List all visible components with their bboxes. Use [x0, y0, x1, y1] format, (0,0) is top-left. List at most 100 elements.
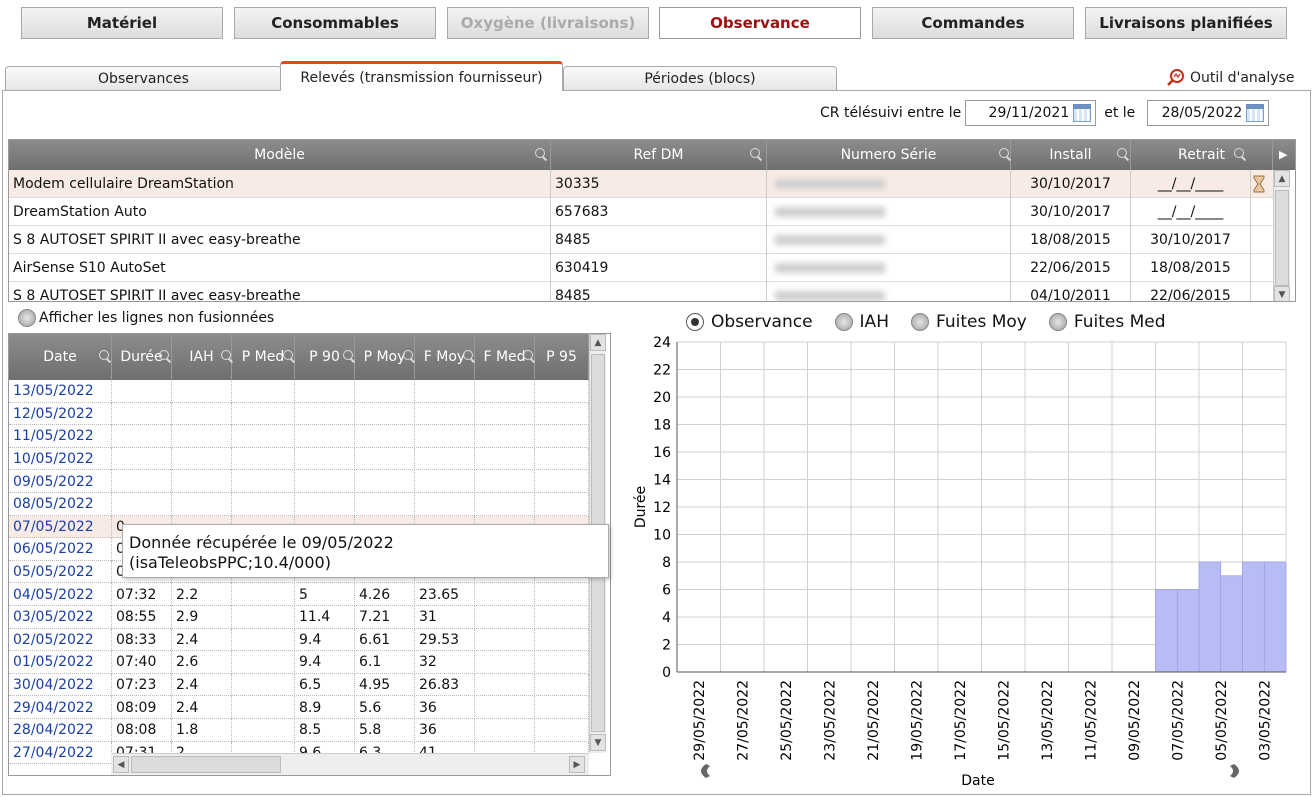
cell-date[interactable]: 28/04/2022	[9, 719, 112, 742]
search-icon[interactable]	[535, 148, 547, 160]
column-header-ref-dm[interactable]: Ref DM	[551, 140, 767, 170]
devices-scrollbar[interactable]: ▲ ▼	[1273, 170, 1290, 301]
search-icon[interactable]	[221, 350, 233, 362]
chart-bar[interactable]	[1155, 589, 1178, 673]
search-icon[interactable]	[1234, 148, 1246, 160]
calendar-icon[interactable]	[1073, 104, 1092, 122]
cell-date[interactable]: 04/05/2022	[9, 583, 112, 606]
table-row[interactable]: Modem cellulaire DreamStation 30335 30/10/…	[9, 170, 1273, 198]
redacted-serial	[775, 235, 885, 245]
table-row[interactable]: 28/04/2022 08:08 1.8 8.5 5.8 36	[9, 719, 589, 742]
nav-button-commandes[interactable]: Commandes	[872, 7, 1074, 39]
table-row[interactable]: 01/05/2022 07:40 2.6 9.4 6.1 32	[9, 651, 589, 674]
scroll-right-icon[interactable]: ▶	[569, 756, 585, 773]
nav-button-consommables[interactable]: Consommables	[234, 7, 436, 39]
tab-periodes[interactable]: Périodes (blocs)	[563, 66, 837, 90]
nav-button-observance[interactable]: Observance	[659, 7, 861, 39]
search-icon[interactable]	[343, 350, 355, 362]
chart-bar[interactable]	[1242, 561, 1265, 673]
chart-next-icon[interactable]	[1230, 764, 1239, 778]
radio-iah[interactable]: IAH	[834, 312, 889, 332]
table-row[interactable]: DreamStation Auto 657683 30/10/2017 __/__/_…	[9, 198, 1273, 226]
radio-fuites-moy[interactable]: Fuites Moy	[910, 312, 1027, 332]
table-row[interactable]: 29/04/2022 08:09 2.4 8.9 5.6 36	[9, 696, 589, 719]
chart-bar[interactable]	[1263, 561, 1287, 673]
scroll-down-icon[interactable]: ▼	[590, 734, 606, 751]
cell-date[interactable]: 01/05/2022	[9, 651, 112, 674]
analysis-tool-link[interactable]: Outil d'analyse	[1166, 68, 1294, 88]
cell-date[interactable]: 13/05/2022	[9, 380, 112, 403]
table-row[interactable]: 02/05/2022 08:33 2.4 9.4 6.61 29.53	[9, 628, 589, 652]
cell-date[interactable]: 08/05/2022	[9, 493, 112, 516]
scroll-up-icon[interactable]: ▲	[590, 334, 606, 351]
cell-date[interactable]: 02/05/2022	[9, 628, 112, 652]
checkbox-icon[interactable]	[18, 309, 36, 327]
nav-button-materiel[interactable]: Matériel	[21, 7, 223, 39]
cell-date[interactable]: 12/05/2022	[9, 402, 112, 426]
search-icon[interactable]	[463, 350, 475, 362]
chart-bar[interactable]	[1176, 589, 1200, 673]
radio-icon[interactable]	[1048, 313, 1067, 331]
radio-icon[interactable]	[910, 313, 929, 331]
search-icon[interactable]	[159, 350, 171, 362]
table-row[interactable]: 13/05/2022	[9, 380, 589, 403]
cell-date[interactable]: 05/05/2022	[9, 560, 112, 584]
table-row[interactable]: S 8 AUTOSET SPIRIT II avec easy-breathe 8…	[9, 226, 1273, 254]
table-row[interactable]: 11/05/2022	[9, 425, 589, 448]
cell-date[interactable]: 11/05/2022	[9, 425, 112, 448]
radio-icon[interactable]	[834, 313, 853, 331]
scroll-right-icon[interactable]: ▶	[1279, 148, 1287, 161]
cell-date[interactable]: 07/05/2022	[9, 515, 112, 539]
cell-date[interactable]: 06/05/2022	[9, 538, 112, 561]
cell-date[interactable]: 03/05/2022	[9, 606, 112, 629]
table-row[interactable]: S 8 AUTOSET SPIRIT II avec easy-breathe 8…	[9, 282, 1273, 301]
scrollbar-thumb[interactable]	[1275, 190, 1289, 286]
chart-bar[interactable]	[1198, 561, 1222, 673]
chart-prev-icon[interactable]	[701, 764, 710, 778]
calendar-icon[interactable]	[1246, 104, 1265, 122]
tab-observances[interactable]: Observances	[5, 66, 282, 90]
column-header-retrait[interactable]: Retrait	[1131, 140, 1273, 170]
show-unmerged-toggle[interactable]: Afficher les lignes non fusionnées	[18, 309, 274, 327]
cell-date[interactable]: 10/05/2022	[9, 447, 112, 471]
table-row[interactable]: 30/04/2022 07:23 2.4 6.5 4.95 26.83	[9, 673, 589, 697]
search-icon[interactable]	[750, 148, 762, 160]
chart-bar[interactable]	[1220, 575, 1243, 673]
cell-date[interactable]: 29/04/2022	[9, 696, 112, 719]
chart-metric-selector: Observance IAH Fuites Moy Fuites Med	[686, 312, 1166, 332]
column-header-date[interactable]: Date	[9, 334, 112, 380]
cell-date[interactable]: 27/04/2022	[9, 741, 112, 765]
tab-releves[interactable]: Relevés (transmission fournisseur)	[280, 61, 563, 91]
redacted-serial	[775, 263, 885, 273]
date-from-input[interactable]: 29/11/2021	[965, 100, 1097, 126]
scroll-up-icon[interactable]: ▲	[1274, 170, 1290, 187]
table-row[interactable]: 09/05/2022	[9, 470, 589, 493]
scroll-left-icon[interactable]: ◀	[113, 756, 129, 773]
search-icon[interactable]	[1117, 148, 1129, 160]
search-icon[interactable]	[999, 148, 1011, 160]
table-row[interactable]: 10/05/2022	[9, 447, 589, 471]
readings-horizontal-scrollbar[interactable]: ◀ ▶	[111, 753, 589, 775]
radio-observance[interactable]: Observance	[686, 312, 813, 332]
table-row[interactable]: 04/05/2022 07:32 2.2 5 4.26 23.65	[9, 583, 589, 606]
radio-icon[interactable]	[686, 313, 704, 331]
table-row[interactable]: 03/05/2022 08:55 2.9 11.4 7.21 31	[9, 606, 589, 629]
radio-fuites-med[interactable]: Fuites Med	[1048, 312, 1166, 332]
scroll-down-icon[interactable]: ▼	[1274, 286, 1290, 301]
search-icon[interactable]	[523, 350, 535, 362]
column-header-modele[interactable]: Modèle	[9, 140, 551, 170]
date-to-input[interactable]: 28/05/2022	[1147, 100, 1270, 126]
cell-date[interactable]: 09/05/2022	[9, 470, 112, 493]
column-header-numero-serie[interactable]: Numero Série	[767, 140, 1011, 170]
cell-date[interactable]: 30/04/2022	[9, 673, 112, 697]
column-header-p-95[interactable]: P 95	[535, 334, 589, 380]
column-header-install[interactable]: Install	[1011, 140, 1131, 170]
search-icon[interactable]	[283, 350, 295, 362]
search-icon[interactable]	[99, 350, 111, 362]
search-icon[interactable]	[403, 350, 415, 362]
scrollbar-thumb[interactable]	[131, 756, 281, 773]
table-row[interactable]: 08/05/2022	[9, 493, 589, 516]
table-row[interactable]: AirSense S10 AutoSet 630419 22/06/2015 18/0…	[9, 254, 1273, 282]
table-row[interactable]: 12/05/2022	[9, 402, 589, 426]
nav-button-livraisons-planifiees[interactable]: Livraisons planifiées	[1085, 7, 1287, 39]
